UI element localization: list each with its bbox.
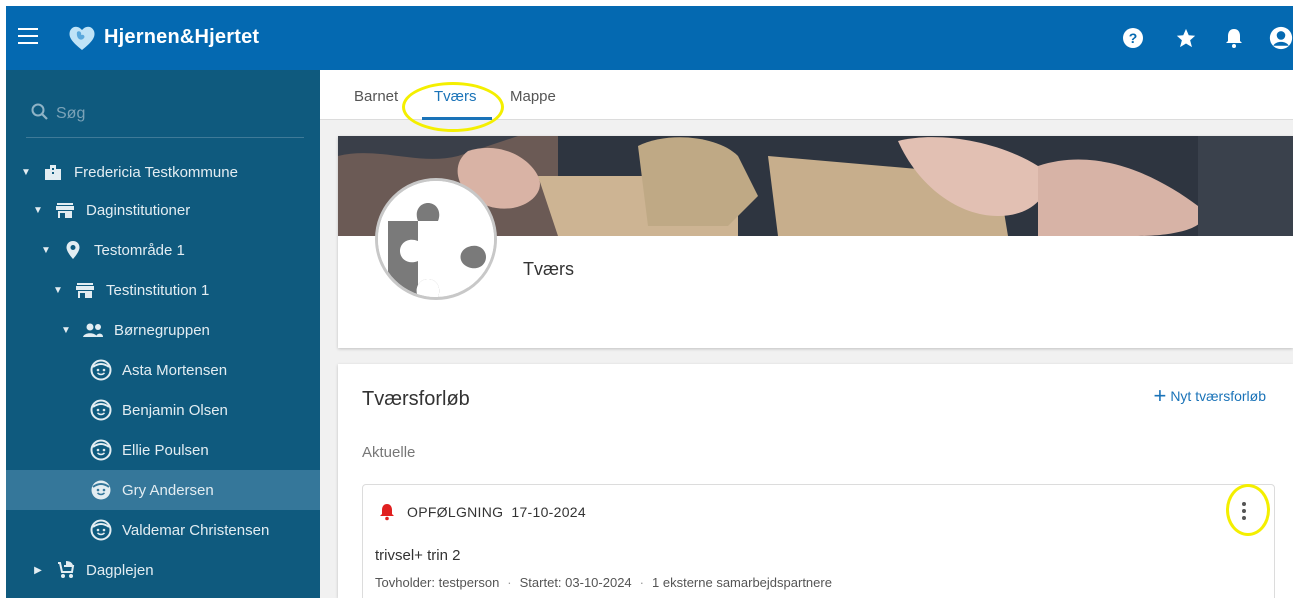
location-pin-icon [62, 239, 84, 261]
tree-item-testinstitution-1[interactable]: ▼ Testinstitution 1 [52, 270, 209, 310]
expand-caret-icon[interactable]: ▼ [52, 285, 64, 296]
help-icon[interactable]: ? [1121, 26, 1145, 50]
bell-icon[interactable] [1222, 26, 1246, 50]
expand-caret-icon[interactable]: ▶ [32, 565, 44, 576]
building-icon [42, 161, 64, 183]
forloeb-item-card[interactable]: OPFØLGNING 17-10-2024 trivsel+ trin 2 To… [362, 484, 1275, 598]
tree-item-child[interactable]: Benjamin Olsen [90, 390, 228, 430]
tree-item-label: Fredericia Testkommune [74, 163, 238, 181]
new-tvaersforloeb-label: Nyt tværsforløb [1170, 388, 1266, 404]
child-face-icon [90, 439, 112, 461]
tree-item-label: Ellie Poulsen [122, 441, 209, 459]
expand-caret-icon[interactable]: ▼ [20, 167, 32, 178]
tree-item-label: Benjamin Olsen [122, 401, 228, 419]
status-row: OPFØLGNING 17-10-2024 [379, 503, 586, 521]
top-app-bar: Hjernen&Hjertet ? [6, 6, 1293, 70]
separator-dot: · [507, 575, 512, 590]
star-icon[interactable] [1174, 26, 1198, 50]
store-icon [74, 279, 96, 301]
tab-mappe[interactable]: Mappe [510, 88, 556, 105]
separator-dot: · [639, 575, 645, 590]
tree-item-label: Asta Mortensen [122, 361, 228, 379]
sidebar: ▼ Fredericia Testkommune ▼ Daginstitutio… [6, 70, 320, 598]
profile-avatar [375, 178, 497, 300]
search-icon [31, 103, 48, 120]
tree-item-child[interactable]: Asta Mortensen [90, 350, 227, 390]
child-face-icon [90, 519, 112, 541]
group-icon [82, 319, 104, 341]
tree-item-boernegruppen[interactable]: ▼ Børnegruppen [60, 310, 210, 350]
menu-icon[interactable] [18, 28, 38, 44]
tovholder: Tovholder: testperson [375, 575, 500, 590]
plus-icon: + [1153, 383, 1167, 408]
section-title: Tværsforløb [362, 388, 470, 410]
tree-item-label: Dagplejen [86, 561, 154, 579]
main-content: Barnet Tværs Mappe Tværs Tværsforløb + N… [320, 70, 1293, 598]
app-title[interactable]: Hjernen&Hjertet [104, 26, 259, 49]
annotation-highlight-ellipse [1226, 484, 1270, 536]
stroller-icon [54, 559, 76, 581]
profile-card: Tværs [338, 136, 1293, 348]
tree-item-daginstitutioner[interactable]: ▼ Daginstitutioner [32, 190, 190, 230]
child-face-icon [90, 399, 112, 421]
puzzle-icon [378, 181, 494, 297]
expand-caret-icon[interactable]: ▼ [60, 325, 72, 336]
search-input[interactable] [56, 100, 296, 128]
tree-item-dagplejen[interactable]: ▶ Dagplejen [32, 550, 154, 590]
tab-barnet[interactable]: Barnet [354, 88, 398, 105]
tree-item-child-selected[interactable]: Gry Andersen [6, 470, 320, 510]
expand-caret-icon[interactable]: ▼ [40, 245, 52, 256]
tree-item-label: Testområde 1 [94, 241, 185, 259]
tree-item-label: Daginstitutioner [86, 201, 191, 219]
new-tvaersforloeb-button[interactable]: + Nyt tværsforløb [1153, 383, 1266, 408]
child-face-icon [90, 479, 112, 501]
tree-item-child[interactable]: Valdemar Christensen [90, 510, 269, 550]
section-subtitle: Aktuelle [362, 444, 416, 461]
tree-item-label: Testinstitution 1 [106, 281, 210, 299]
tree-item-label: Børnegruppen [114, 321, 210, 339]
tree-item-testomraade-1[interactable]: ▼ Testområde 1 [40, 230, 185, 270]
store-icon [54, 199, 76, 221]
forloeb-meta: Tovholder: testperson · Startet: 03-10-202… [375, 575, 832, 590]
status-date: 17-10-2024 [511, 504, 586, 520]
child-face-icon [90, 359, 112, 381]
tvaersforloeb-card: Tværsforløb + Nyt tværsforløb Aktuelle O… [338, 364, 1293, 598]
tree-item-fredericia-testkommune[interactable]: ▼ Fredericia Testkommune [20, 152, 238, 192]
expand-caret-icon[interactable]: ▼ [32, 205, 44, 216]
annotation-highlight-ellipse [402, 82, 504, 132]
tree-item-label: Valdemar Christensen [122, 521, 270, 539]
logo-icon [69, 26, 95, 50]
started-date: Startet: 03-10-2024 [519, 575, 632, 590]
partners-count: 1 eksterne samarbejdspartnere [652, 575, 832, 590]
profile-name: Tværs [523, 259, 574, 279]
account-icon[interactable] [1269, 26, 1293, 50]
status-label: OPFØLGNING [407, 504, 504, 520]
tree-item-label: Gry Andersen [122, 481, 214, 499]
svg-text:?: ? [1129, 30, 1138, 46]
alert-bell-icon [380, 504, 394, 521]
forloeb-name: trivsel+ trin 2 [375, 547, 461, 564]
tree-item-child[interactable]: Ellie Poulsen [90, 430, 209, 470]
search-box[interactable] [26, 98, 304, 138]
